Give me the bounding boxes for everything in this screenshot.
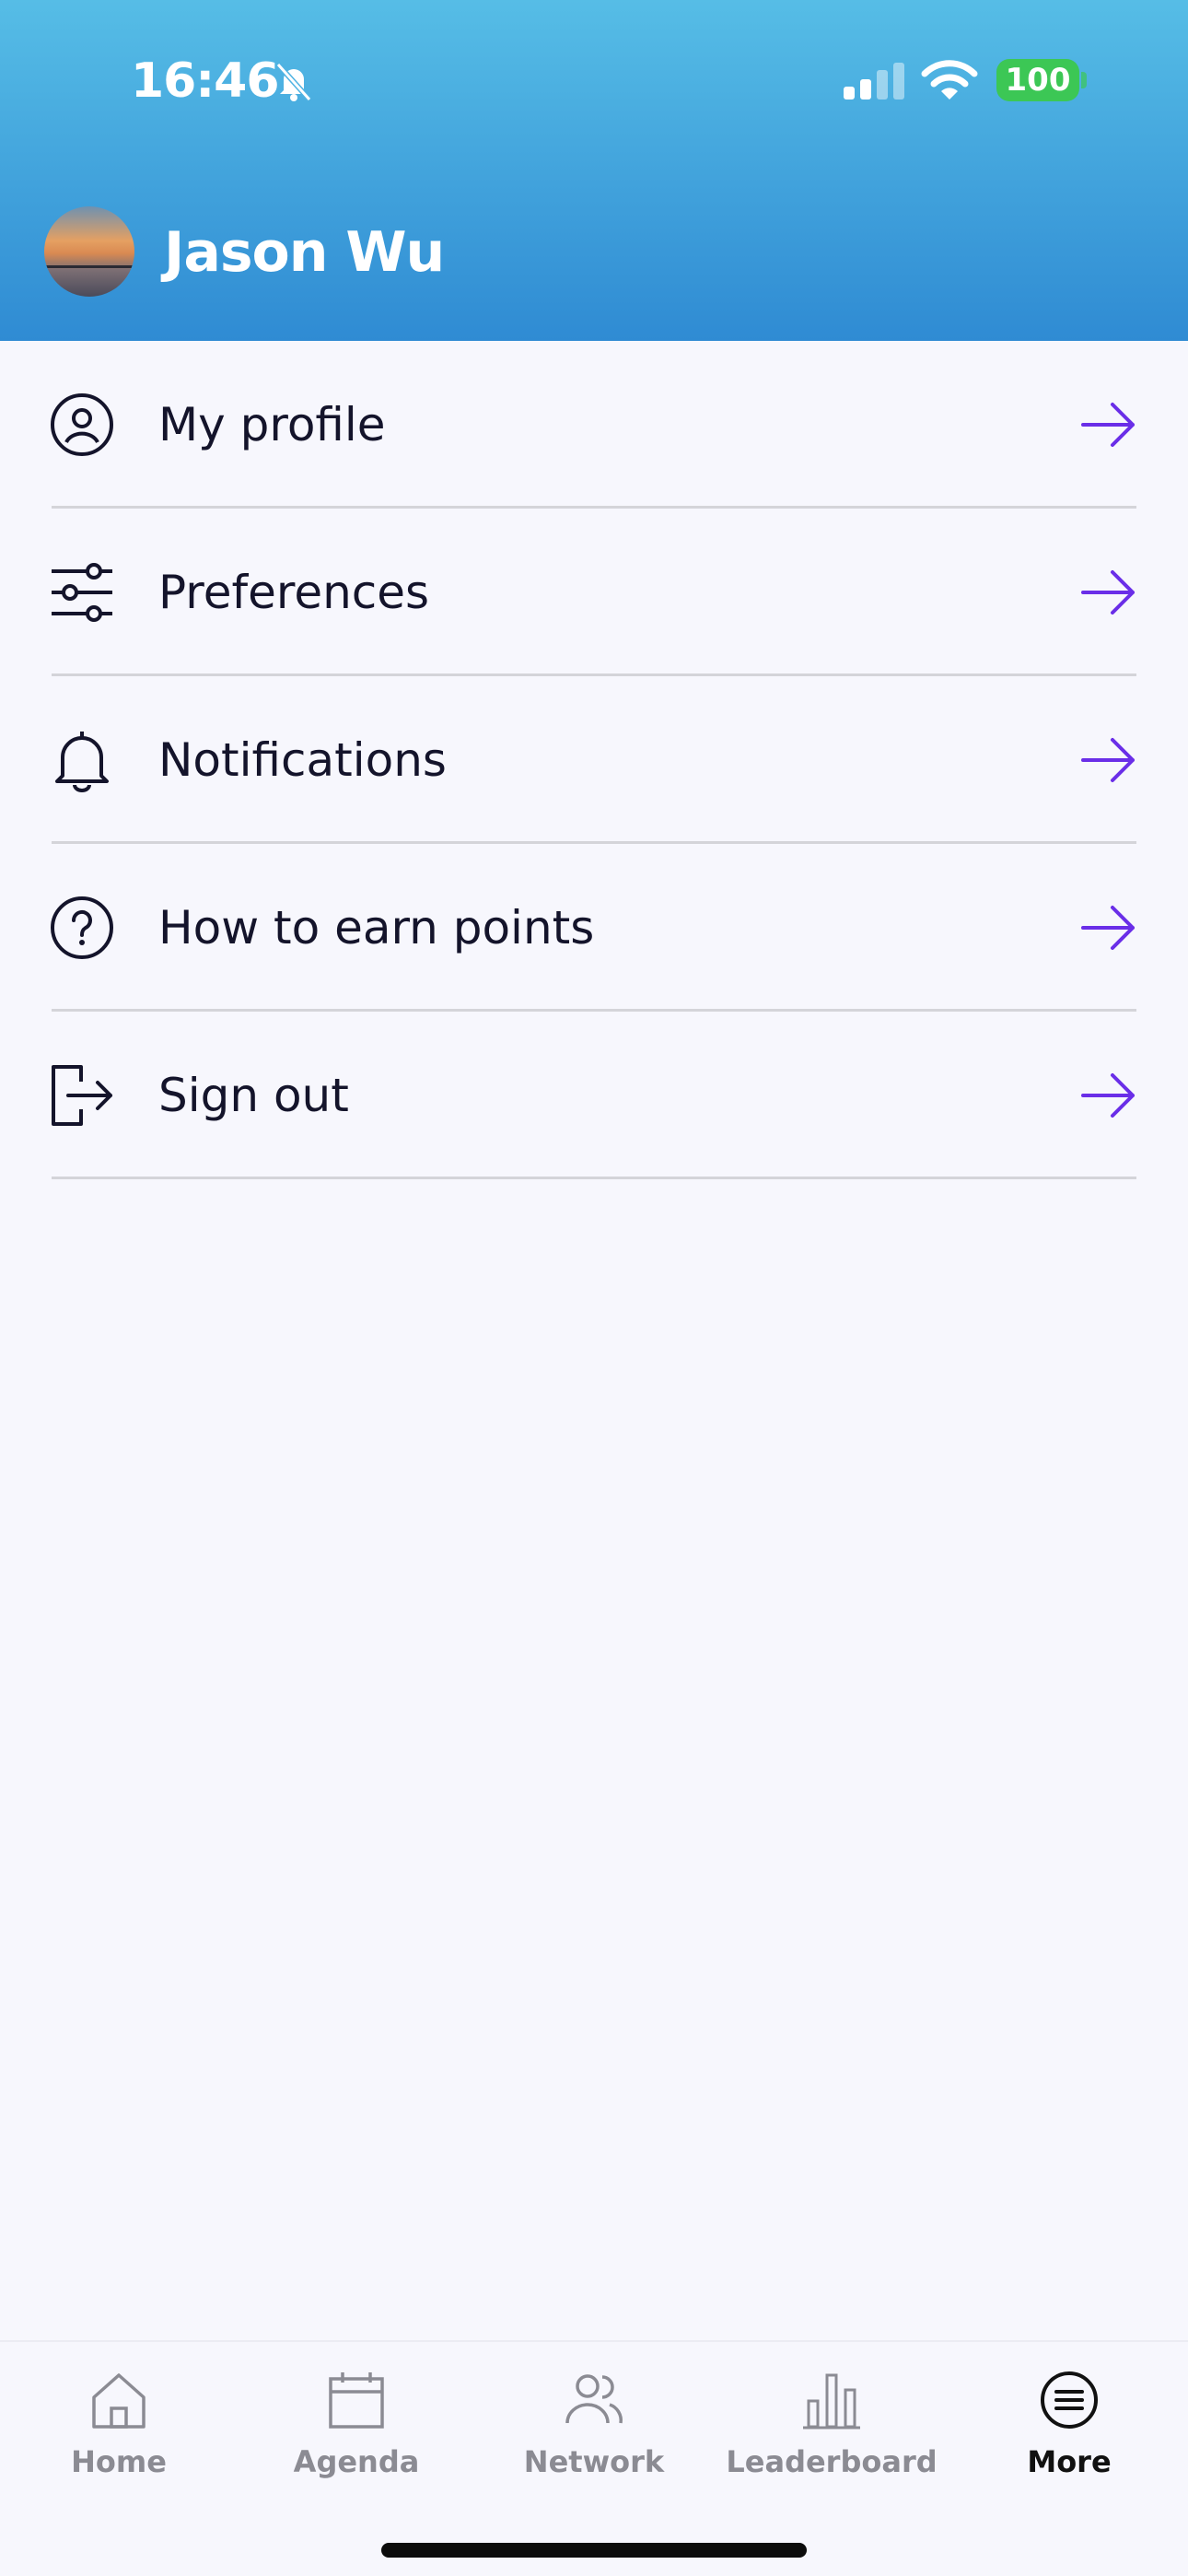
sliders-icon [52,563,112,622]
tab-leaderboard[interactable]: Leaderboard [713,2342,950,2526]
arrow-right-icon [1081,738,1135,782]
home-icon [92,2373,146,2429]
menu-item-preferences[interactable]: Preferences [0,509,1188,676]
bell-off-icon [275,62,312,102]
avatar-horizon [44,265,134,268]
bell-icon [55,732,109,792]
cellular-signal-icon [844,63,904,100]
user-name: Jason Wu [164,220,445,285]
bar-chart-icon [803,2373,860,2430]
tab-bar: Home Agenda Network Leaderboard More [0,2340,1188,2576]
sign-out-icon [52,1065,112,1126]
menu-item-label: How to earn points [158,901,595,954]
wifi-icon [921,60,978,100]
more-menu: My profile Preferences Notifications How… [0,341,1188,1179]
arrow-right-icon [1081,403,1135,447]
status-time: 16:46 [131,53,280,109]
calendar-icon [329,2372,384,2429]
tab-label: Agenda [293,2444,420,2479]
tab-more[interactable]: More [950,2342,1188,2526]
tab-label: Leaderboard [726,2444,938,2479]
tab-agenda[interactable]: Agenda [238,2342,475,2526]
menu-item-label: Notifications [158,733,447,787]
menu-item-notifications[interactable]: Notifications [0,676,1188,844]
arrow-right-icon [1081,570,1135,615]
tab-home[interactable]: Home [0,2342,238,2526]
menu-item-label: Preferences [158,566,430,619]
battery-indicator: 100 [996,59,1079,101]
battery-cap [1081,72,1087,88]
menu-item-label: Sign out [158,1069,349,1122]
tab-label: More [1027,2444,1112,2479]
menu-item-how-to-earn-points[interactable]: How to earn points [0,844,1188,1012]
tab-label: Network [523,2444,665,2479]
menu-item-my-profile[interactable]: My profile [0,341,1188,509]
tab-label: Home [71,2444,167,2479]
menu-circle-icon [1041,2371,1098,2429]
users-icon [565,2374,623,2424]
menu-item-label: My profile [158,398,386,451]
avatar[interactable] [44,206,134,297]
home-indicator[interactable] [381,2543,807,2558]
tab-network[interactable]: Network [475,2342,713,2526]
arrow-right-icon [1081,1073,1135,1118]
divider [52,1177,1136,1179]
header: 16:46 100 Jason Wu [0,0,1188,341]
user-circle-icon [51,393,113,456]
question-circle-icon [51,896,113,959]
menu-item-sign-out[interactable]: Sign out [0,1012,1188,1179]
arrow-right-icon [1081,906,1135,950]
more-screen: 16:46 100 Jason Wu My profile Preference… [0,0,1188,2576]
